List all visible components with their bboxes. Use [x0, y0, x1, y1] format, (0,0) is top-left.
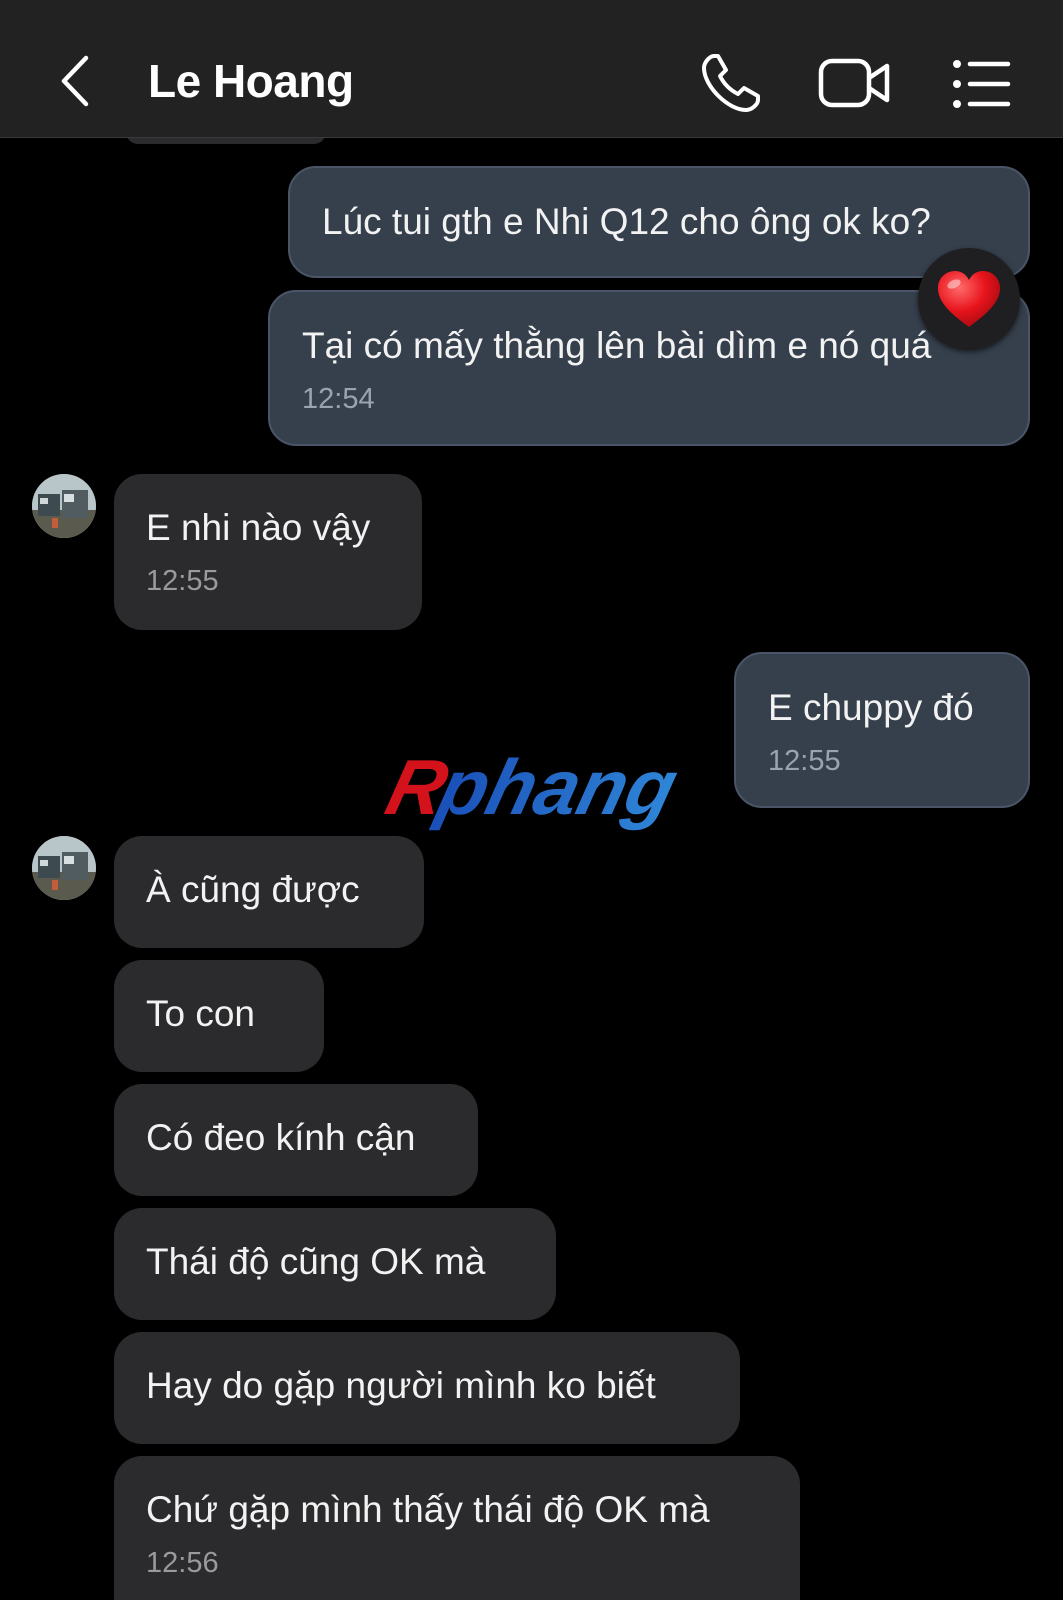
message-bubble-incoming[interactable]: To con: [114, 960, 324, 1072]
conversation-menu-button[interactable]: [952, 58, 1012, 110]
message-text: Lúc tui gth e Nhi Q12 cho ông ok ko?: [322, 201, 931, 242]
message-bubble-incoming[interactable]: Hay do gặp người mình ko biết: [114, 1332, 740, 1444]
message-bubble-incoming[interactable]: Có đeo kính cận: [114, 1084, 478, 1196]
message-text: To con: [146, 993, 256, 1034]
message-bubble-incoming[interactable]: Thái độ cũng OK mà: [114, 1208, 556, 1320]
message-timestamp: 12:54: [302, 383, 375, 415]
message-text: Chứ gặp mình thấy thái độ OK mà: [146, 1489, 710, 1530]
message-text: E nhi nào vậy: [146, 507, 371, 548]
heart-icon: [938, 271, 1000, 327]
message-bubble-incoming[interactable]: Chứ gặp mình thấy thái độ OK mà 12:56: [114, 1456, 800, 1600]
list-menu-icon: [953, 60, 1011, 108]
message-bubble-outgoing[interactable]: E chuppy đó 12:55: [734, 652, 1030, 808]
contact-name[interactable]: Le Hoang: [148, 54, 354, 108]
message-text: À cũng được: [146, 869, 360, 910]
video-camera-icon: [818, 58, 890, 108]
phone-icon: [702, 54, 760, 112]
call-button[interactable]: [700, 52, 762, 114]
contact-avatar[interactable]: [32, 836, 96, 900]
avatar-photo: [32, 474, 96, 538]
message-bubble-outgoing[interactable]: Lúc tui gth e Nhi Q12 cho ông ok ko?: [288, 166, 1030, 278]
video-call-button[interactable]: [818, 56, 892, 112]
message-text: Hay do gặp người mình ko biết: [146, 1365, 656, 1406]
message-text: E chuppy đó: [768, 687, 974, 728]
contact-avatar[interactable]: [32, 474, 96, 538]
message-timestamp: 12:56: [146, 1547, 219, 1579]
message-bubble-incoming[interactable]: À cũng được: [114, 836, 424, 948]
watermark-logo: R phang: [372, 743, 692, 832]
message-bubble-incoming[interactable]: E nhi nào vậy 12:55: [114, 474, 422, 630]
chat-header: Le Hoang: [0, 0, 1063, 138]
message-text: Tại có mấy thằng lên bài dìm e nó quá: [302, 325, 932, 366]
chat-screen: Le Hoang Lúc tui gth e Nhi Q12 cho ông o…: [0, 0, 1063, 1600]
message-text: Thái độ cũng OK mà: [146, 1241, 486, 1282]
message-timestamp: 12:55: [768, 745, 841, 777]
message-timestamp: 12:55: [146, 565, 219, 597]
svg-text:phang: phang: [428, 752, 686, 831]
message-bubble-outgoing[interactable]: Tại có mấy thằng lên bài dìm e nó quá 12…: [268, 290, 1030, 446]
heart-reaction[interactable]: [918, 248, 1020, 350]
chevron-left-icon: [61, 55, 89, 107]
back-button[interactable]: [52, 52, 100, 114]
avatar-photo: [32, 836, 96, 900]
message-text: Có đeo kính cận: [146, 1117, 416, 1158]
